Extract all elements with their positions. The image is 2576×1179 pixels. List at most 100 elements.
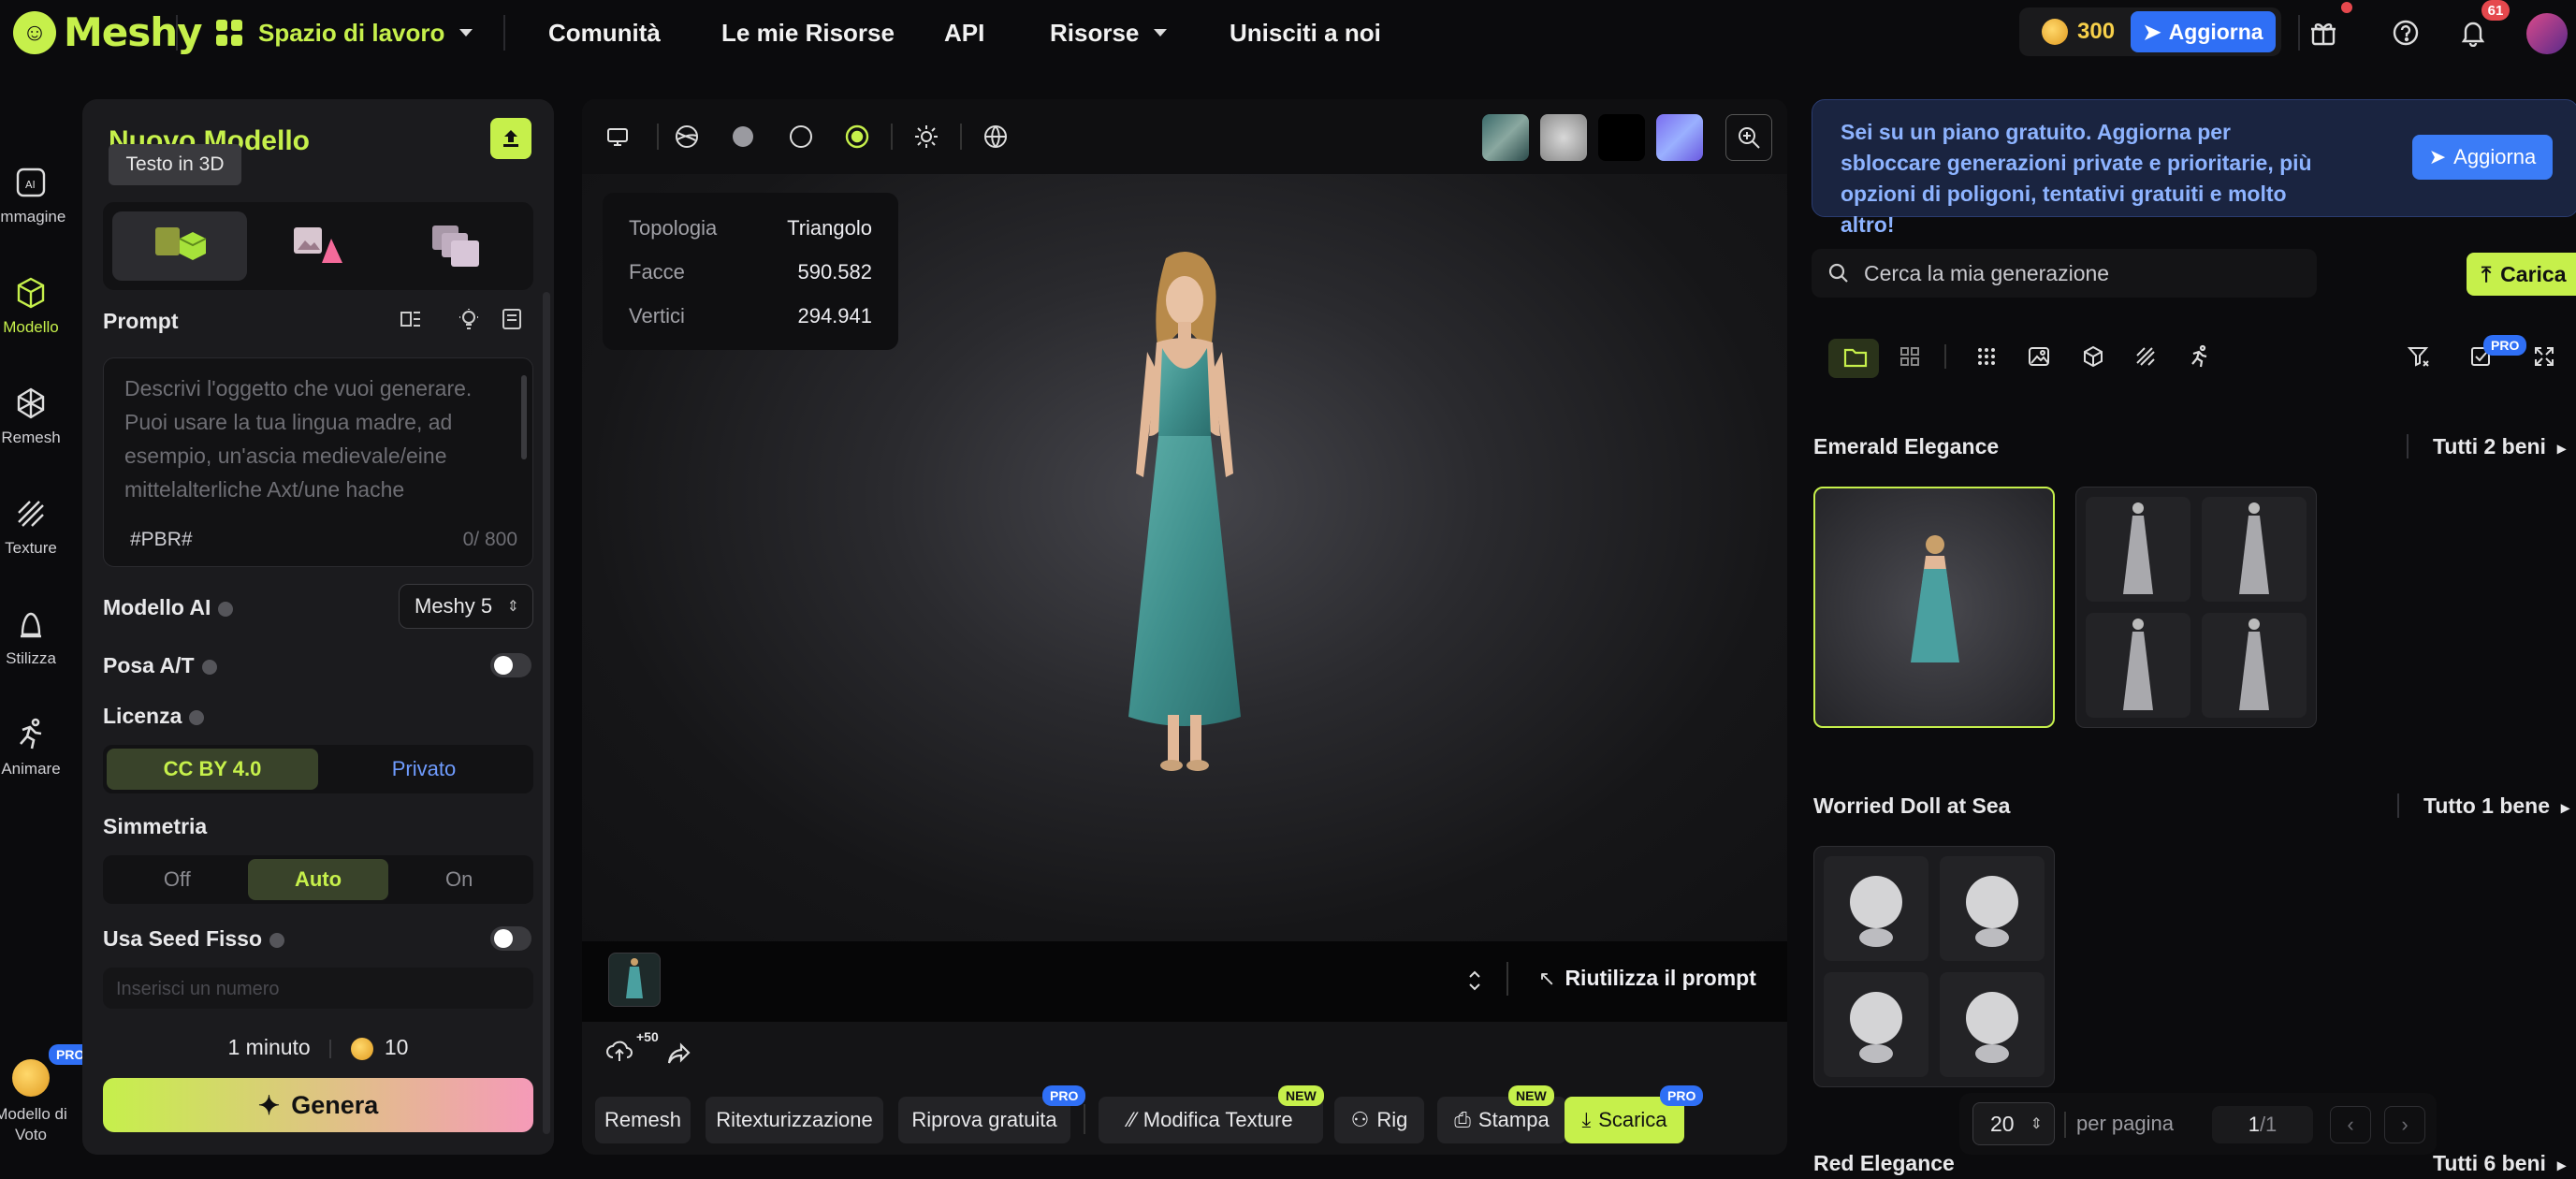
- upgrade-button[interactable]: ➤ Aggiorna: [2131, 11, 2276, 52]
- rail-item-texture[interactable]: Texture: [0, 496, 62, 558]
- animation-filter-icon[interactable]: [2184, 341, 2216, 372]
- retexture-button[interactable]: Ritexturizzazione: [706, 1097, 883, 1143]
- mode-multi-image-to-3d[interactable]: [389, 211, 524, 281]
- prev-page-button[interactable]: ‹: [2330, 1106, 2371, 1143]
- swatch-roughness[interactable]: [1540, 114, 1587, 161]
- share-icon[interactable]: [666, 1041, 692, 1071]
- reuse-prompt-button[interactable]: ↖ Riutilizza il prompt: [1538, 966, 1756, 991]
- page-input[interactable]: 1/1: [2212, 1106, 2313, 1143]
- per-page-label: per pagina: [2076, 1112, 2174, 1135]
- page-size-select[interactable]: 20 ⇕: [1972, 1102, 2055, 1145]
- bulb-icon[interactable]: [457, 307, 481, 336]
- layout-icon[interactable]: [399, 307, 423, 336]
- textured-sphere-icon[interactable]: [842, 122, 872, 152]
- panel-scrollbar[interactable]: [543, 292, 550, 1134]
- divider: [657, 124, 659, 150]
- rail-item-stylize[interactable]: Stilizza: [0, 606, 62, 668]
- swatch-base-color[interactable]: [1482, 114, 1529, 161]
- pbr-tag[interactable]: #PBR#: [130, 529, 193, 551]
- upload-model-button[interactable]: ⤒ Carica: [2467, 253, 2576, 296]
- asset-card[interactable]: [2075, 487, 2317, 728]
- info-icon[interactable]: [269, 932, 285, 948]
- gift-icon[interactable]: [2307, 17, 2339, 49]
- seed-input[interactable]: Inserisci un numero: [103, 968, 533, 1009]
- view-all-link[interactable]: Tutti 6 beni ▸: [2433, 1151, 2566, 1176]
- pose-toggle[interactable]: [490, 653, 531, 677]
- asset-card[interactable]: [1813, 846, 2055, 1087]
- light-icon[interactable]: [911, 122, 941, 152]
- outline-sphere-icon[interactable]: [786, 122, 816, 152]
- fullscreen-icon[interactable]: [2528, 341, 2560, 372]
- model-filter-icon[interactable]: [2077, 341, 2109, 372]
- pro-badge: PRO: [1660, 1085, 1704, 1106]
- swatch-metallic[interactable]: [1598, 114, 1645, 161]
- rail-item-vote-model[interactable]: Modello di Voto: [0, 1059, 67, 1145]
- all-items-icon[interactable]: [1971, 341, 2002, 372]
- pose-label: Posa A/T: [103, 653, 217, 678]
- info-icon[interactable]: [189, 709, 205, 725]
- symmetry-on[interactable]: On: [388, 859, 530, 900]
- reference-thumbnail[interactable]: [608, 953, 661, 1007]
- ai-model-select[interactable]: Meshy 5 ⇕: [399, 584, 533, 629]
- nav-join[interactable]: Unisciti a noi: [1230, 0, 1381, 66]
- info-icon[interactable]: [218, 601, 234, 617]
- mode-text-to-3d[interactable]: [112, 211, 247, 281]
- texture-filter-icon[interactable]: [2130, 341, 2161, 372]
- wireframe-sphere-icon[interactable]: [672, 122, 702, 152]
- monitor-icon[interactable]: [603, 122, 633, 152]
- rail-item-remesh[interactable]: Remesh: [0, 386, 62, 447]
- nav-my-assets[interactable]: Le mie Risorse: [721, 0, 895, 66]
- solid-sphere-icon[interactable]: [728, 122, 758, 152]
- new-badge: NEW: [1278, 1085, 1324, 1106]
- meshy-logo[interactable]: ☺ Meshy: [13, 9, 203, 55]
- next-page-button[interactable]: ›: [2384, 1106, 2425, 1143]
- seed-toggle[interactable]: [490, 926, 531, 951]
- view-all-link[interactable]: Tutto 1 bene ▸: [2423, 793, 2569, 819]
- vote-icon: [12, 1059, 50, 1097]
- rail-item-model[interactable]: Modello: [0, 275, 62, 337]
- filter-clear-icon[interactable]: [2403, 341, 2435, 372]
- asset-card-selected[interactable]: [1813, 487, 2055, 728]
- generate-button[interactable]: ✦ Genera: [103, 1078, 533, 1132]
- prompt-textarea[interactable]: Descrivi l'oggetto che vuoi generare. Pu…: [103, 357, 533, 567]
- globe-icon[interactable]: [981, 122, 1011, 152]
- symmetry-auto[interactable]: Auto: [247, 859, 389, 900]
- rig-button[interactable]: ⚇ Rig: [1334, 1097, 1424, 1143]
- symmetry-off[interactable]: Off: [107, 859, 248, 900]
- search-generation[interactable]: Cerca la mia generazione: [1812, 249, 2317, 298]
- credit-reward-badge: +50: [636, 1029, 659, 1044]
- cloud-upload-icon[interactable]: [604, 1035, 634, 1070]
- notice-upgrade-button[interactable]: ➤ Aggiorna: [2412, 135, 2553, 180]
- symmetry-selector: Off Auto On: [103, 855, 533, 904]
- view-all-link[interactable]: Tutti 2 beni ▸: [2433, 434, 2566, 459]
- chevron-right-icon: ▸: [2556, 1156, 2566, 1174]
- ai-model-label: Modello AI: [103, 595, 234, 620]
- chevron-left-icon: ‹: [2347, 1113, 2354, 1136]
- stat-value: 294.941: [797, 303, 872, 328]
- info-icon[interactable]: [201, 659, 217, 675]
- help-icon[interactable]: [2390, 17, 2422, 49]
- avatar[interactable]: [2526, 13, 2568, 54]
- search-placeholder: Cerca la mia generazione: [1864, 260, 2110, 285]
- rail-item-animate[interactable]: Animare: [0, 717, 62, 779]
- zoom-icon[interactable]: [1725, 114, 1772, 161]
- license-private[interactable]: Privato: [318, 749, 530, 790]
- swatch-normal[interactable]: [1656, 114, 1703, 161]
- expand-updown-icon[interactable]: [1465, 968, 1484, 998]
- nav-workspace[interactable]: Spazio di lavoro: [213, 0, 473, 66]
- bell-icon[interactable]: [2457, 17, 2489, 49]
- notes-icon[interactable]: [500, 307, 524, 336]
- model-preview[interactable]: [1091, 249, 1278, 782]
- nav-resources[interactable]: Risorse: [1050, 0, 1168, 66]
- chevron-down-icon: [459, 29, 473, 36]
- image-filter-icon[interactable]: [2023, 341, 2055, 372]
- remesh-button[interactable]: Remesh: [595, 1097, 691, 1143]
- mode-image-to-3d[interactable]: [251, 211, 386, 281]
- license-cc-by[interactable]: CC BY 4.0: [107, 749, 318, 790]
- nav-api[interactable]: API: [944, 0, 984, 66]
- textarea-scrollbar[interactable]: [521, 375, 527, 459]
- grid-view-icon[interactable]: [1894, 341, 1926, 372]
- upload-button[interactable]: [490, 118, 531, 159]
- rail-item-image[interactable]: AI Immagine: [0, 165, 65, 226]
- nav-community[interactable]: Comunità: [548, 0, 661, 66]
